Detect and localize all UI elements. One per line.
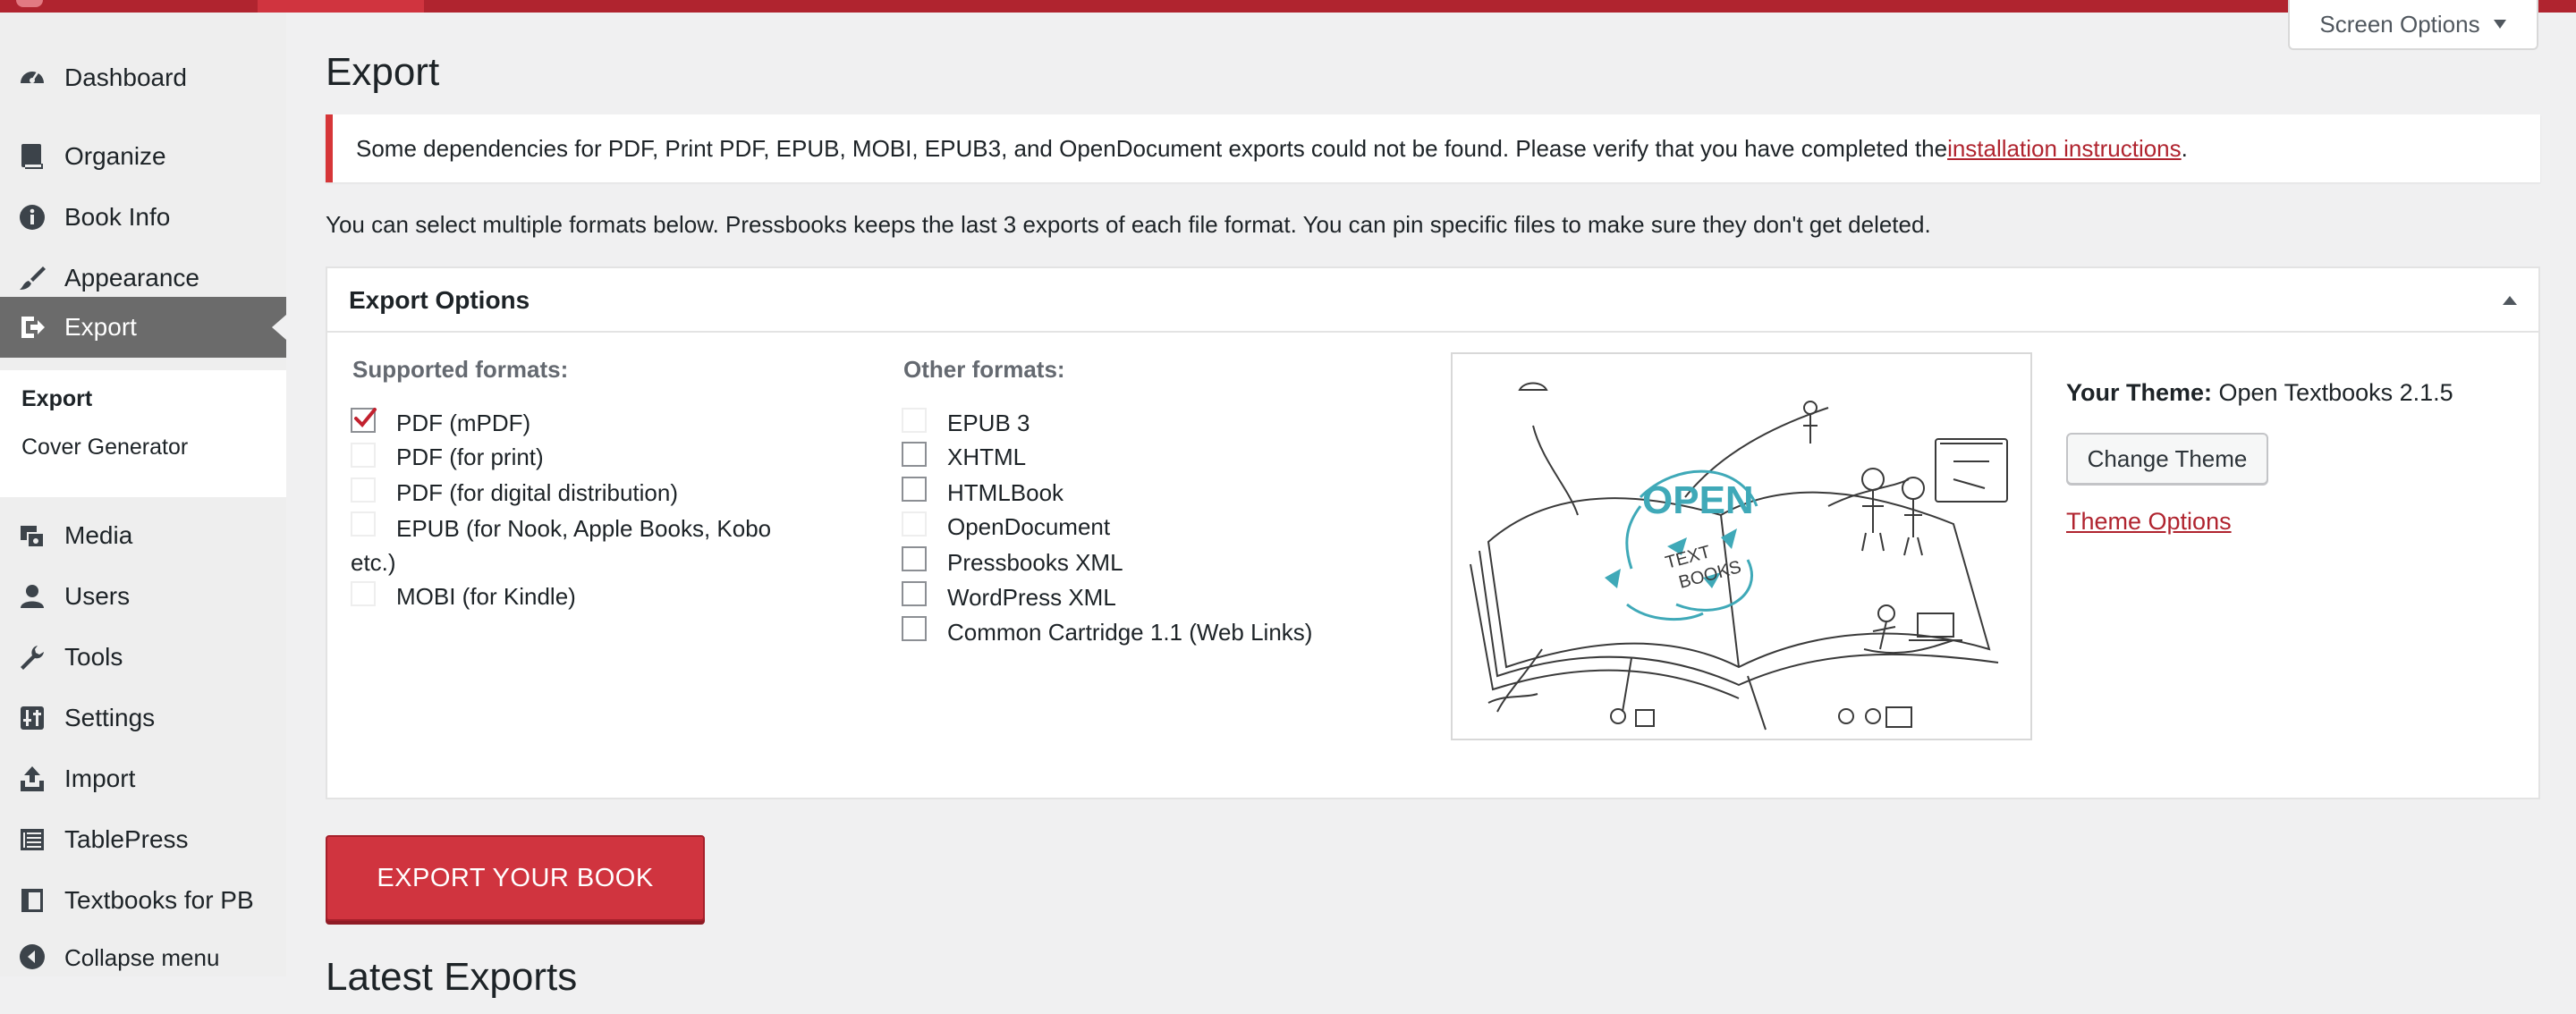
error-notice: Some dependencies for PDF, Print PDF, EP… (326, 114, 2540, 182)
dashboard-icon (16, 62, 48, 94)
sidebar-item-label: Tools (64, 643, 123, 671)
sidebar-item-label: Import (64, 765, 136, 792)
change-theme-button[interactable]: Change Theme (2066, 433, 2268, 485)
panel-title: Export Options (349, 286, 530, 314)
pdf-print-checkbox[interactable] (351, 443, 376, 468)
sidebar-item-book-info[interactable]: Book Info (0, 190, 286, 245)
xhtml-checkbox[interactable] (902, 442, 927, 467)
export-intro-text: You can select multiple formats below. P… (326, 211, 1931, 238)
sidebar-item-export[interactable]: Export (0, 297, 286, 358)
admin-bar-active-item[interactable] (258, 0, 424, 13)
users-icon (16, 580, 48, 613)
screen-options-button[interactable]: Screen Options (2288, 0, 2538, 50)
sidebar-item-tablepress[interactable]: TablePress (0, 812, 286, 867)
installation-instructions-link[interactable]: installation instructions (1947, 135, 2182, 163)
table-icon (16, 824, 48, 856)
submenu-item-export[interactable]: Export (21, 386, 92, 412)
format-label: HTMLBook (947, 479, 1064, 506)
sidebar-item-label: Dashboard (64, 63, 187, 91)
epub3-checkbox[interactable] (902, 408, 927, 433)
wordpress-logo-icon[interactable] (16, 0, 43, 7)
pdf-mpdf-checkbox[interactable] (351, 408, 377, 433)
sidebar-item-label: TablePress (64, 825, 189, 853)
sidebar-item-tools[interactable]: Tools (0, 630, 286, 685)
wrench-icon (16, 641, 48, 673)
sidebar-item-label: Users (64, 582, 131, 610)
format-label: PDF (mPDF) (396, 410, 531, 436)
info-icon (16, 201, 48, 233)
sidebar-item-media[interactable]: Media (0, 508, 286, 563)
export-icon (16, 311, 48, 343)
collapse-icon (16, 941, 48, 973)
pdf-digital-checkbox[interactable] (351, 477, 376, 503)
format-label: XHTML (947, 444, 1027, 470)
admin-bar (0, 0, 2576, 13)
sidebar-item-users[interactable]: Users (0, 569, 286, 624)
sidebar-item-settings[interactable]: Settings (0, 690, 286, 746)
other-formats-heading: Other formats: (903, 356, 1065, 383)
format-label: OpenDocument (947, 513, 1111, 540)
import-icon (16, 763, 48, 795)
sidebar-item-label: Textbooks for PB (64, 886, 254, 914)
book-icon (16, 140, 48, 173)
sidebar-item-label: Media (64, 521, 133, 549)
format-label-continued: etc.) (351, 549, 396, 576)
caret-down-icon (2493, 20, 2506, 29)
screen-options-label: Screen Options (2319, 10, 2480, 38)
epub-checkbox[interactable] (351, 511, 376, 537)
sidebar-item-import[interactable]: Import (0, 751, 286, 807)
format-label: Pressbooks XML (947, 549, 1123, 576)
sidebar-item-textbooks-for-pb[interactable]: Textbooks for PB (0, 873, 286, 928)
format-label: WordPress XML (947, 584, 1116, 611)
format-label: PDF (for digital distribution) (396, 479, 678, 506)
latest-exports-heading: Latest Exports (326, 955, 578, 999)
collapse-menu-button[interactable]: Collapse menu (0, 930, 286, 1014)
wordpress-xml-checkbox[interactable] (902, 581, 927, 606)
format-label: Common Cartridge 1.1 (Web Links) (947, 619, 1313, 646)
sidebar-item-label: Book Info (64, 203, 171, 231)
supported-formats-heading: Supported formats: (352, 356, 569, 383)
brush-icon (16, 262, 48, 294)
open-textbooks-illustration: OPEN TEXT BOOKS (1451, 352, 2032, 740)
notice-text: Some dependencies for PDF, Print PDF, EP… (356, 134, 1948, 162)
collapse-toggle-icon[interactable] (2499, 290, 2521, 311)
sidebar-item-organize[interactable]: Organize (0, 129, 286, 184)
pressbooks-xml-checkbox[interactable] (902, 546, 927, 571)
sidebar-item-label: Settings (64, 704, 156, 731)
settings-icon (16, 702, 48, 734)
format-label: EPUB (for Nook, Apple Books, Kobo (396, 515, 772, 542)
format-label: MOBI (for Kindle) (396, 583, 576, 610)
mobi-checkbox[interactable] (351, 581, 376, 606)
sidebar-item-dashboard[interactable]: Dashboard (0, 50, 286, 106)
sidebar-item-label: Collapse menu (64, 944, 220, 971)
admin-sidebar: Dashboard Organize Book Info Appearance … (0, 13, 286, 976)
submenu-item-cover-generator[interactable]: Cover Generator (21, 435, 188, 461)
notice-end: . (2181, 134, 2188, 162)
export-book-button[interactable]: EXPORT YOUR BOOK (326, 835, 705, 921)
sidebar-item-label: Appearance (64, 264, 200, 292)
common-cartridge-checkbox[interactable] (902, 616, 927, 641)
theme-label: Your Theme: (2066, 379, 2213, 406)
htmlbook-checkbox[interactable] (902, 477, 927, 502)
sidebar-item-label: Organize (64, 142, 166, 170)
theme-options-link[interactable]: Theme Options (2066, 508, 2232, 536)
theme-name: Open Textbooks 2.1.5 (2212, 379, 2453, 406)
checkmark-icon (354, 408, 377, 427)
sidebar-item-label: Export (64, 313, 137, 341)
media-icon (16, 520, 48, 552)
textbook-icon (16, 884, 48, 917)
panel-header[interactable]: Export Options (327, 268, 2538, 333)
format-label: EPUB 3 (947, 410, 1030, 436)
opendocument-checkbox[interactable] (902, 511, 927, 537)
page-title: Export (326, 50, 440, 94)
illustration-open-text: OPEN (1642, 478, 1754, 522)
format-label: PDF (for print) (396, 444, 544, 470)
current-theme: Your Theme: Open Textbooks 2.1.5 (2066, 379, 2453, 407)
export-submenu: Export Cover Generator (0, 370, 286, 497)
